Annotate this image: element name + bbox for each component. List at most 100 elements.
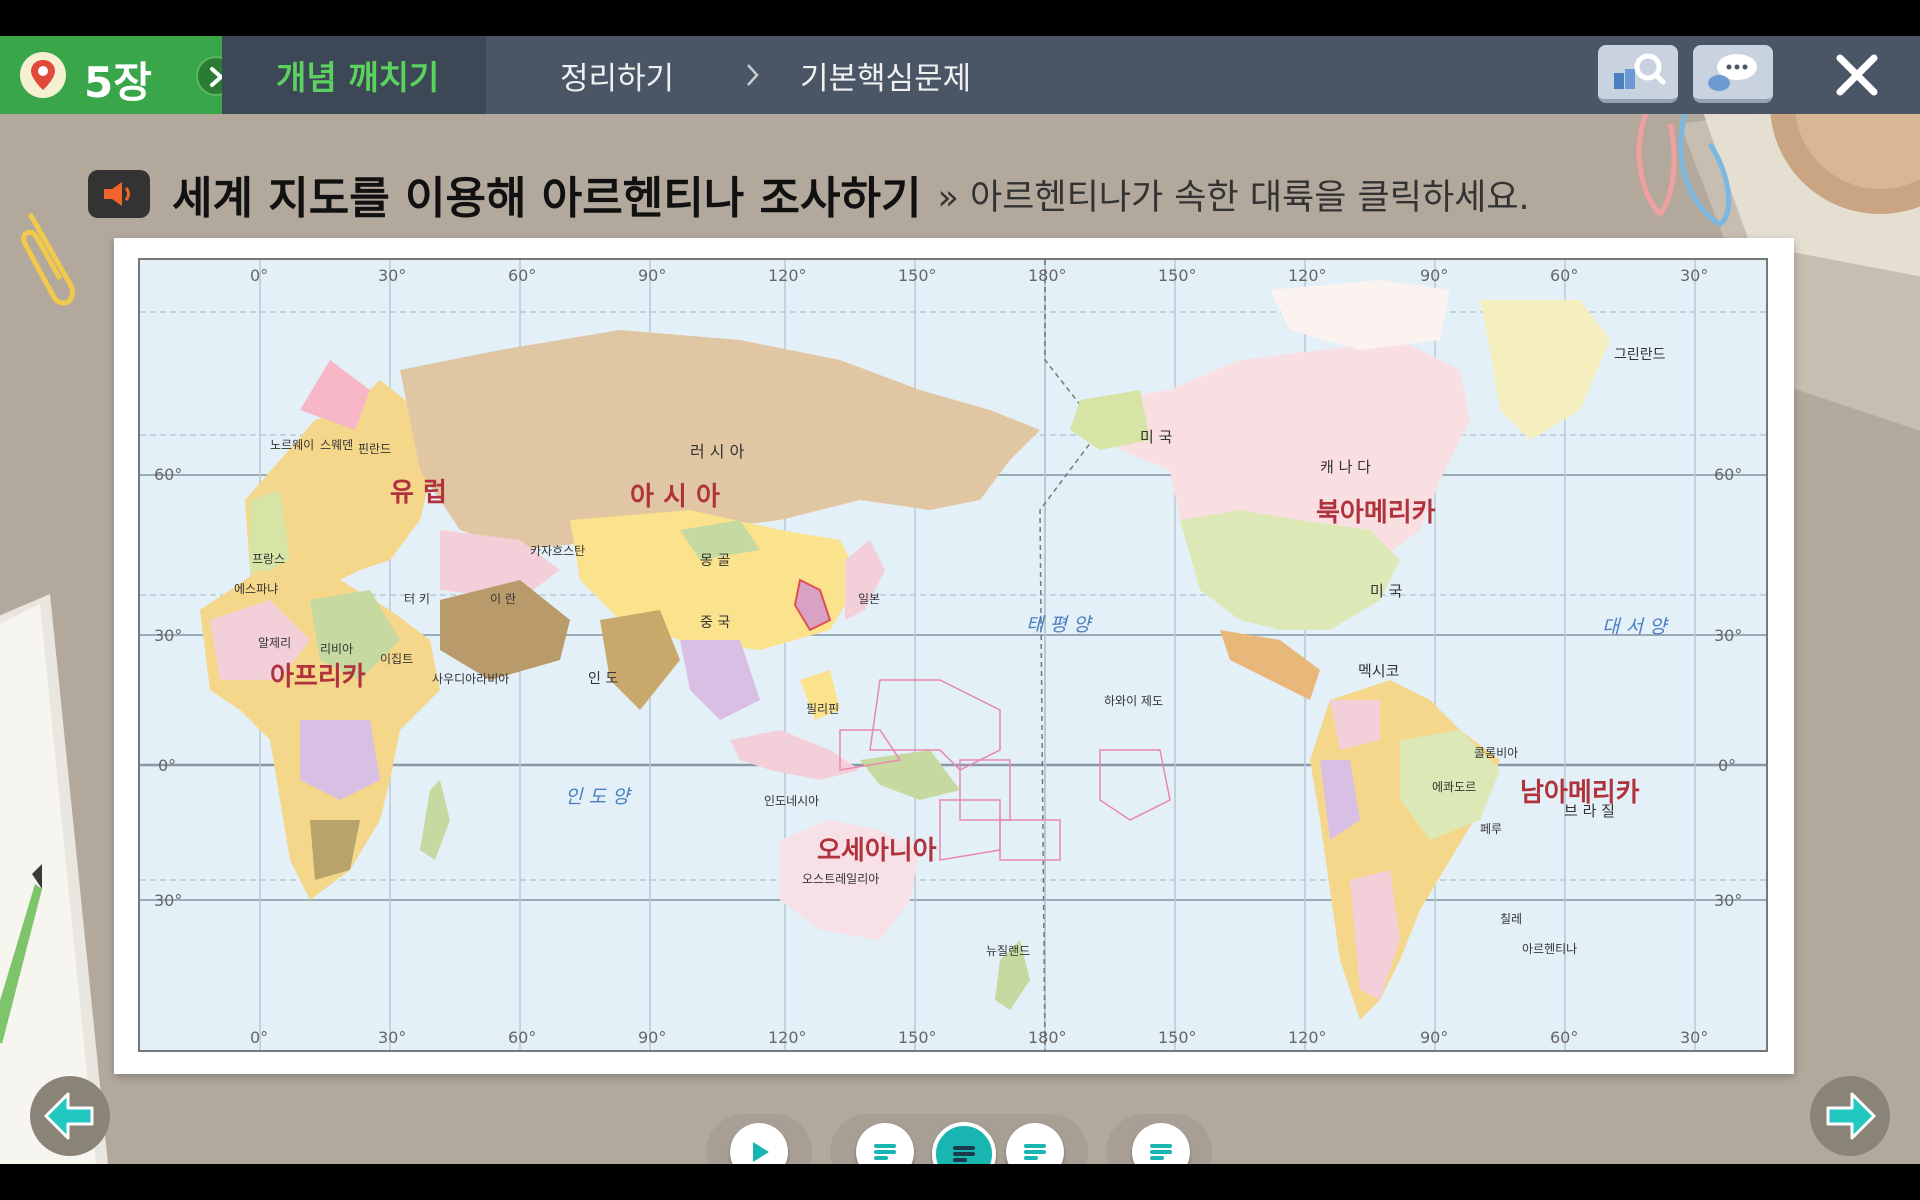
tab-concept[interactable]: 개념 깨치기 xyxy=(222,36,486,114)
country-ecuador: 에콰도르 xyxy=(1432,780,1477,794)
country-india: 인 도 xyxy=(588,671,619,687)
longitude-label: 120° xyxy=(768,1028,807,1047)
lines-icon xyxy=(1150,1144,1172,1160)
arrow-left-icon xyxy=(44,1092,94,1140)
country-algeria: 알제리 xyxy=(258,636,292,650)
longitude-label: 180° xyxy=(1028,266,1067,285)
close-icon[interactable] xyxy=(1832,50,1882,100)
country-russia: 러 시 아 xyxy=(690,442,745,461)
longitude-label: 180° xyxy=(1028,1028,1067,1047)
activity-title: 세계 지도를 이용해 아르헨티나 조사하기 xyxy=(172,173,922,224)
chevron-right-icon xyxy=(747,64,759,86)
latitude-label: 0° xyxy=(1718,756,1737,775)
longitude-label: 30° xyxy=(1680,266,1709,285)
country-japan: 일본 xyxy=(858,592,881,606)
ocean-atlantic: 대 서 양 xyxy=(1602,616,1667,638)
country-norway: 노르웨이 xyxy=(270,438,315,452)
longitude-label: 60° xyxy=(508,1028,537,1047)
longitude-label: 30° xyxy=(378,266,407,285)
country-saudi: 사우디아라비아 xyxy=(432,672,510,686)
country-philippines: 필리핀 xyxy=(806,702,840,716)
tab-core-problems-label: 기본핵심문제 xyxy=(800,60,972,97)
country-usa: 미 국 xyxy=(1370,582,1403,600)
ocean-pacific: 태 평 양 xyxy=(1026,614,1091,636)
audio-play-button[interactable] xyxy=(88,170,150,218)
country-mexico: 멕시코 xyxy=(1358,662,1400,680)
longitude-label: 120° xyxy=(768,266,807,285)
longitude-label: 150° xyxy=(898,1028,937,1047)
country-iran: 이 란 xyxy=(490,592,516,606)
continent-north-america[interactable]: 북아메리카 xyxy=(1316,492,1436,529)
country-china: 중 국 xyxy=(700,615,731,631)
latitude-label: 0° xyxy=(158,756,177,775)
next-page-button[interactable] xyxy=(1810,1076,1890,1156)
play-icon xyxy=(753,1142,769,1162)
latitude-label: 60° xyxy=(1714,465,1743,484)
country-hawaii: 하와이 제도 xyxy=(1104,694,1164,708)
continent-europe[interactable]: 유 럽 xyxy=(390,472,447,509)
tab-concept-label: 개념 깨치기 xyxy=(276,58,440,97)
longitude-label: 90° xyxy=(1420,1028,1449,1047)
tab-summary[interactable]: 정리하기 xyxy=(560,36,674,114)
country-colombia: 콜롬비아 xyxy=(1474,746,1519,760)
country-finland: 핀란드 xyxy=(358,442,392,456)
tab-summary-label: 정리하기 xyxy=(560,60,675,97)
longitude-label: 0° xyxy=(250,266,269,285)
country-peru: 페루 xyxy=(1480,822,1503,836)
chat-button[interactable] xyxy=(1693,45,1773,103)
latitude-label: 30° xyxy=(1714,626,1743,645)
longitude-label: 150° xyxy=(1158,266,1197,285)
longitude-label: 60° xyxy=(1550,266,1579,285)
ocean-indian: 인 도 양 xyxy=(565,786,630,808)
country-turkey: 터 키 xyxy=(404,592,430,606)
longitude-label: 120° xyxy=(1288,266,1327,285)
speaker-icon xyxy=(104,182,130,206)
lesson-stage: 세계 지도를 이용해 아르헨티나 조사하기 » 아르헨티나가 속한 대륙을 클릭… xyxy=(0,114,1920,1164)
country-new-zealand: 뉴질랜드 xyxy=(986,944,1031,958)
latitude-label: 30° xyxy=(154,626,183,645)
longitude-label: 30° xyxy=(1680,1028,1709,1047)
country-mongolia: 몽 골 xyxy=(700,553,731,569)
latitude-label: 30° xyxy=(1714,891,1743,910)
longitude-label: 60° xyxy=(508,266,537,285)
longitude-label: 60° xyxy=(1550,1028,1579,1047)
continent-africa[interactable]: 아프리카 xyxy=(270,656,366,693)
paperclip-decoration xyxy=(21,212,75,306)
country-usa-alaska: 미 국 xyxy=(1140,428,1173,446)
country-argentina[interactable]: 아르헨티나 xyxy=(1522,940,1577,957)
arrow-right-icon xyxy=(1826,1092,1876,1140)
dictionary-search-button[interactable] xyxy=(1598,45,1678,103)
chapter-badge: 5장 xyxy=(0,36,236,114)
book-search-icon xyxy=(1614,53,1666,89)
lines-icon xyxy=(874,1144,896,1160)
country-sweden: 스웨덴 xyxy=(320,438,354,452)
status-bar xyxy=(0,0,1920,36)
longitude-label: 150° xyxy=(898,266,937,285)
longitude-label: 90° xyxy=(1420,266,1449,285)
location-pin-icon xyxy=(20,52,66,98)
country-brazil: 브 라 질 xyxy=(1564,802,1615,820)
latitude-label: 30° xyxy=(154,891,183,910)
country-indonesia: 인도네시아 xyxy=(764,794,820,808)
bottom-bar xyxy=(0,1164,1920,1200)
longitude-label: 90° xyxy=(638,266,667,285)
continent-asia[interactable]: 아 시 아 xyxy=(630,476,720,513)
lines-icon xyxy=(1024,1144,1046,1160)
tab-core-problems[interactable]: 기본핵심문제 xyxy=(800,36,971,114)
country-australia: 오스트레일리아 xyxy=(802,872,880,886)
chapter-label: 5장 xyxy=(84,58,152,107)
longitude-label: 120° xyxy=(1288,1028,1327,1047)
country-france: 프랑스 xyxy=(252,552,286,566)
world-map: 0° 30° 60° 90° 120° 150° 180° 150° 120° … xyxy=(138,258,1768,1052)
country-chile: 칠레 xyxy=(1500,912,1523,926)
country-kazakhstan: 카자흐스탄 xyxy=(530,544,586,558)
longitude-label: 0° xyxy=(250,1028,269,1047)
longitude-label: 30° xyxy=(378,1028,407,1047)
activity-instruction: » 아르헨티나가 속한 대륙을 클릭하세요. xyxy=(937,177,1530,218)
chat-bubble-icon xyxy=(1708,54,1757,91)
previous-page-button[interactable] xyxy=(30,1076,110,1156)
country-libya: 리비아 xyxy=(320,642,354,656)
country-spain: 에스파냐 xyxy=(234,582,279,596)
country-greenland: 그린란드 xyxy=(1614,347,1666,363)
continent-oceania[interactable]: 오세아니아 xyxy=(817,830,937,867)
